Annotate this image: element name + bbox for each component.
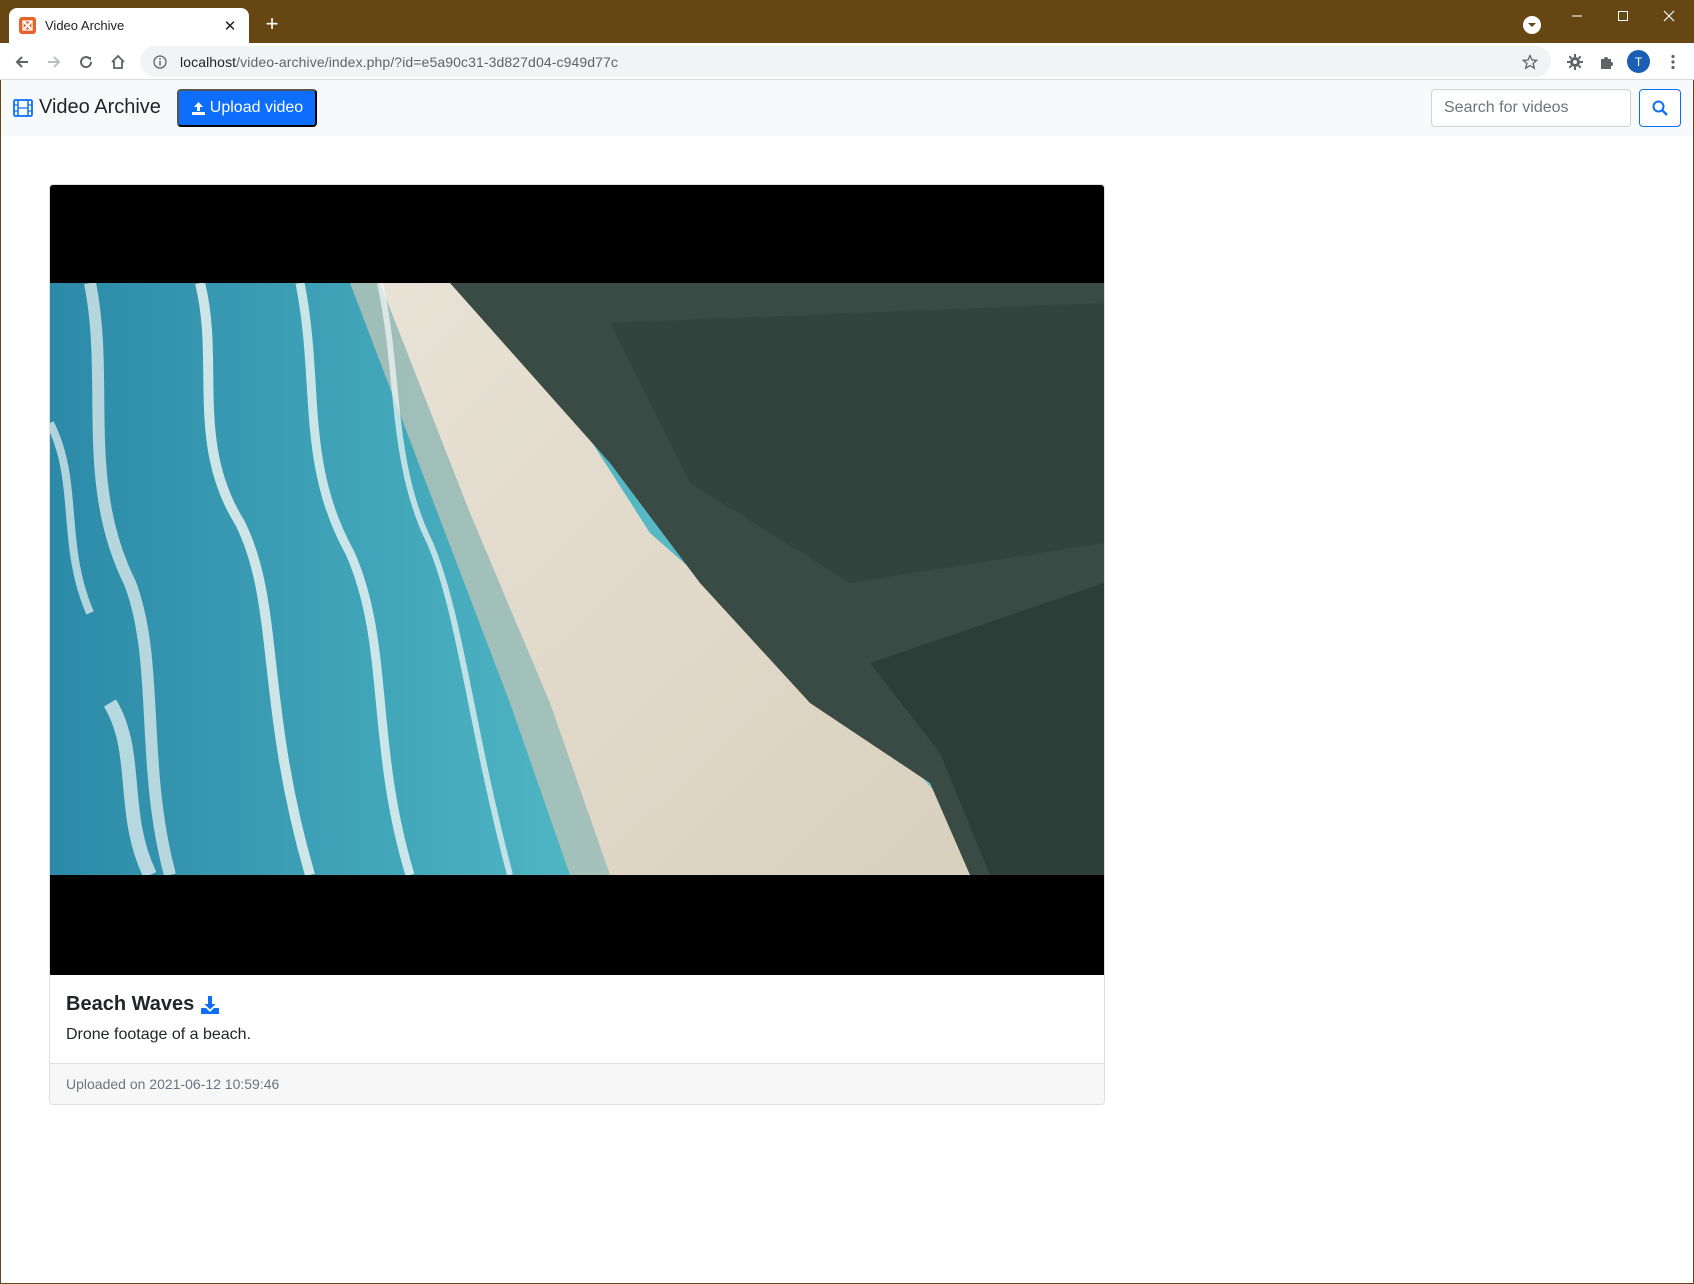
maximize-icon[interactable]	[1603, 4, 1643, 28]
upload-video-label: Upload video	[209, 99, 304, 116]
video-title-row: Beach Waves	[66, 993, 1088, 1016]
browser-menu-icon[interactable]	[1661, 50, 1685, 74]
browser-toolbar: localhost/video-archive/index.php/?id=e5…	[0, 43, 1694, 80]
upload-icon	[191, 101, 205, 115]
search-icon	[1652, 100, 1668, 116]
brand-link[interactable]: Video Archive	[13, 96, 161, 119]
reload-icon[interactable]	[72, 48, 100, 76]
extensions-puzzle-icon[interactable]	[1594, 50, 1618, 74]
home-icon[interactable]	[104, 48, 132, 76]
extension-gear-icon[interactable]	[1563, 50, 1587, 74]
video-title: Beach Waves	[66, 993, 195, 1015]
profile-avatar[interactable]: T	[1627, 50, 1650, 73]
download-icon[interactable]	[200, 995, 220, 1015]
film-icon	[13, 98, 33, 117]
site-info-icon[interactable]	[152, 54, 168, 70]
url-text: localhost/video-archive/index.php/?id=e5…	[180, 54, 618, 70]
bookmark-star-icon[interactable]	[1521, 53, 1539, 71]
new-tab-icon[interactable]: +	[260, 12, 284, 36]
url-host: localhost	[180, 53, 237, 70]
back-icon[interactable]	[8, 48, 36, 76]
search-button[interactable]	[1639, 89, 1681, 127]
address-bar[interactable]: localhost/video-archive/index.php/?id=e5…	[140, 46, 1551, 77]
video-frame-beach	[50, 283, 1104, 875]
video-player[interactable]	[50, 185, 1104, 975]
close-window-icon[interactable]	[1649, 4, 1689, 28]
xampp-favicon-icon	[19, 17, 36, 34]
brand-label: Video Archive	[39, 96, 161, 118]
upload-video-button[interactable]: Upload video	[177, 89, 317, 127]
video-card: Beach Waves Drone footage of a beach. Up…	[49, 184, 1105, 1105]
tab-title: Video Archive	[45, 18, 125, 33]
browser-titlebar: Video Archive ✕ +	[0, 0, 1694, 43]
video-description: Drone footage of a beach.	[66, 1026, 252, 1043]
page-viewport: Video Archive Upload video Search for vi…	[1, 80, 1693, 1283]
tab-search-icon[interactable]	[1523, 16, 1541, 34]
video-upload-date: Uploaded on 2021-06-12 10:59:46	[50, 1063, 1104, 1104]
search-input[interactable]	[1431, 89, 1631, 127]
tab-close-icon[interactable]: ✕	[221, 17, 239, 35]
url-path: /video-archive/index.php/?id=e5a90c31-3d…	[236, 53, 618, 70]
forward-icon[interactable]	[40, 48, 68, 76]
browser-tab[interactable]: Video Archive ✕	[9, 8, 249, 43]
minimize-icon[interactable]	[1557, 4, 1597, 28]
video-card-body: Beach Waves Drone footage of a beach.	[50, 975, 1104, 1063]
site-navbar: Video Archive Upload video	[1, 80, 1693, 136]
